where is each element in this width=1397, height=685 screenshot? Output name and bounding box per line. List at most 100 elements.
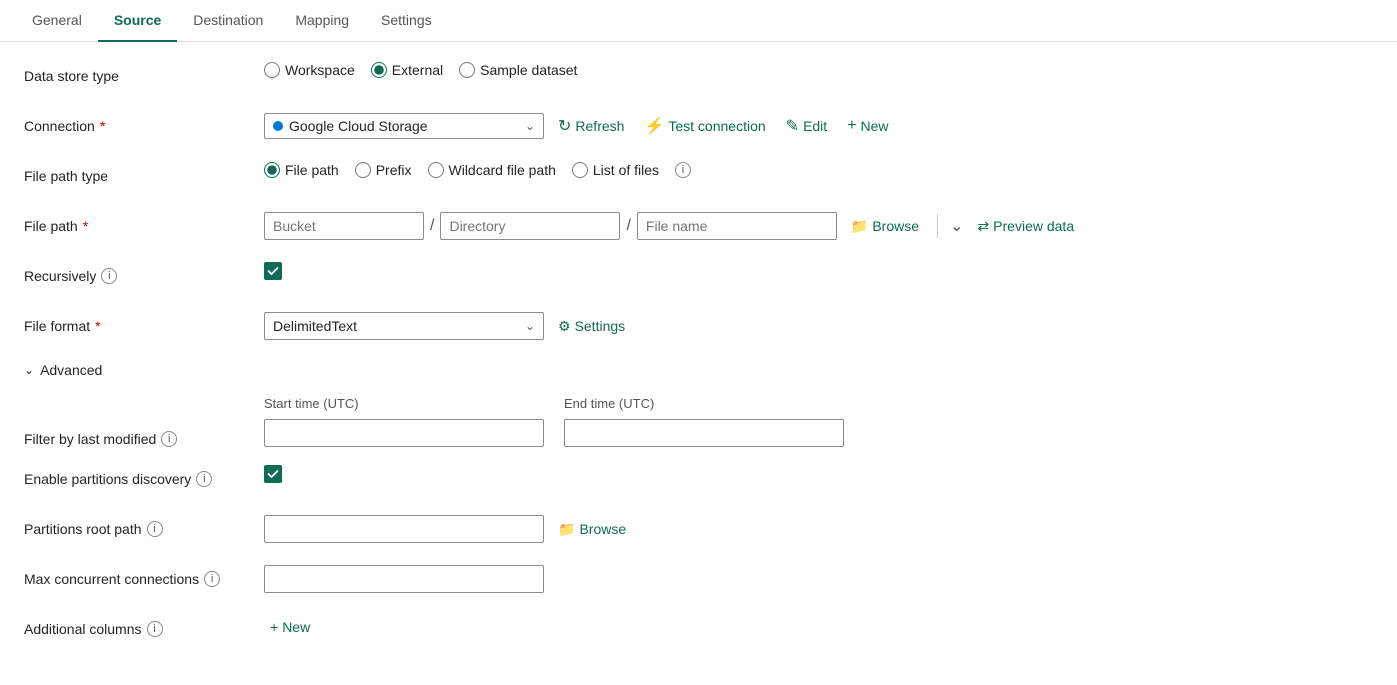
tab-bar: General Source Destination Mapping Setti… [0, 0, 1397, 42]
browse-button[interactable]: 📁 Browse [845, 214, 925, 239]
recursively-label: Recursively i [24, 262, 264, 284]
radio-wildcard[interactable]: Wildcard file path [428, 162, 556, 178]
radio-list-input[interactable] [572, 162, 588, 178]
radio-sample-label: Sample dataset [480, 62, 577, 78]
connection-status-dot [273, 121, 283, 131]
start-time-input[interactable] [264, 419, 544, 447]
file-path-type-label: File path type [24, 162, 264, 184]
max-concurrent-input[interactable] [264, 565, 544, 593]
radio-workspace-input[interactable] [264, 62, 280, 78]
max-concurrent-info-icon: i [204, 571, 220, 587]
data-store-type-label: Data store type [24, 62, 264, 84]
refresh-button[interactable]: ↻ Refresh [552, 112, 630, 140]
data-store-type-radio-group: Workspace External Sample dataset [264, 62, 577, 78]
additional-columns-label: Additional columns i [24, 615, 264, 637]
file-format-control: DelimitedText ⌄ ⚙ Settings [264, 312, 631, 340]
enable-partitions-row: Enable partitions discovery i [24, 465, 1176, 497]
file-path-type-radio-group: File path Prefix Wildcard file path List… [264, 162, 691, 178]
end-time-col: End time (UTC) [564, 396, 844, 447]
chevron-down-icon[interactable]: ⌄ [950, 216, 963, 236]
bucket-input[interactable] [264, 212, 424, 240]
preview-data-button[interactable]: ⇄ Preview data [971, 214, 1080, 239]
partitions-root-path-info-icon: i [147, 521, 163, 537]
file-path-type-row: File path type File path Prefix Wildcard… [24, 162, 1176, 194]
connection-dropdown[interactable]: Google Cloud Storage ⌄ [264, 113, 544, 139]
connection-chevron-icon: ⌄ [525, 119, 535, 133]
end-time-input[interactable] [564, 419, 844, 447]
additional-columns-new-button[interactable]: + New [264, 615, 316, 639]
filter-by-modified-control: Start time (UTC) End time (UTC) [264, 396, 844, 447]
file-path-type-info-icon: i [675, 162, 691, 178]
radio-wildcard-label: Wildcard file path [449, 162, 556, 178]
additional-columns-control: + New [264, 615, 316, 639]
recursively-control [264, 262, 282, 280]
advanced-row[interactable]: ⌄ Advanced [24, 362, 1176, 378]
connection-control: Google Cloud Storage ⌄ ↻ Refresh ⚡ Test … [264, 112, 895, 140]
divider [937, 214, 938, 238]
refresh-icon: ↻ [558, 116, 571, 136]
filter-by-modified-row: Filter by last modified i Start time (UT… [24, 396, 1176, 447]
radio-file-path-input[interactable] [264, 162, 280, 178]
partitions-browse-button[interactable]: 📁 Browse [552, 517, 632, 542]
radio-file-path-label: File path [285, 162, 339, 178]
settings-button[interactable]: ⚙ Settings [552, 314, 631, 339]
max-concurrent-row: Max concurrent connections i [24, 565, 1176, 597]
radio-prefix-input[interactable] [355, 162, 371, 178]
filter-by-modified-info-icon: i [161, 431, 177, 447]
start-time-label: Start time (UTC) [264, 396, 544, 411]
radio-sample-input[interactable] [459, 62, 475, 78]
enable-partitions-info-icon: i [196, 471, 212, 487]
file-format-label: File format * [24, 312, 264, 334]
radio-external[interactable]: External [371, 62, 443, 78]
file-format-value: DelimitedText [273, 318, 357, 334]
file-path-control: / / 📁 Browse ⌄ ⇄ Preview data [264, 212, 1080, 240]
partitions-root-path-input[interactable] [264, 515, 544, 543]
recursively-info-icon: i [101, 268, 117, 284]
new-connection-button[interactable]: + New [841, 113, 894, 139]
path-separator-2: / [624, 217, 632, 235]
tab-settings[interactable]: Settings [365, 0, 448, 42]
partitions-root-path-control: 📁 Browse [264, 515, 632, 543]
advanced-label: Advanced [40, 362, 102, 378]
recursively-checkbox[interactable] [264, 262, 282, 280]
radio-list-label: List of files [593, 162, 659, 178]
tab-general[interactable]: General [16, 0, 98, 42]
tab-mapping[interactable]: Mapping [279, 0, 365, 42]
connection-value: Google Cloud Storage [289, 118, 428, 134]
data-store-type-control: Workspace External Sample dataset [264, 62, 577, 78]
tab-destination[interactable]: Destination [177, 0, 279, 42]
partitions-root-path-label: Partitions root path i [24, 515, 264, 537]
radio-external-label: External [392, 62, 443, 78]
filter-by-modified-label: Filter by last modified i [24, 405, 264, 447]
browse-folder-icon: 📁 [851, 218, 868, 235]
radio-external-input[interactable] [371, 62, 387, 78]
file-format-row: File format * DelimitedText ⌄ ⚙ Settings [24, 312, 1176, 344]
radio-list-of-files[interactable]: List of files [572, 162, 659, 178]
radio-prefix[interactable]: Prefix [355, 162, 412, 178]
file-path-row: File path * / / 📁 Browse ⌄ ⇄ Preview dat… [24, 212, 1176, 244]
test-connection-button[interactable]: ⚡ Test connection [638, 112, 771, 140]
radio-wildcard-input[interactable] [428, 162, 444, 178]
enable-partitions-checkbox[interactable] [264, 465, 282, 483]
edit-button[interactable]: ✎ Edit [780, 112, 834, 140]
tab-source[interactable]: Source [98, 0, 177, 42]
file-path-label: File path * [24, 212, 264, 234]
radio-file-path[interactable]: File path [264, 162, 339, 178]
radio-workspace[interactable]: Workspace [264, 62, 355, 78]
partitions-browse-icon: 📁 [558, 521, 575, 538]
directory-input[interactable] [440, 212, 620, 240]
max-concurrent-label: Max concurrent connections i [24, 565, 264, 587]
path-separator-1: / [428, 217, 436, 235]
additional-columns-row: Additional columns i + New [24, 615, 1176, 647]
connection-row: Connection * Google Cloud Storage ⌄ ↻ Re… [24, 112, 1176, 144]
filename-input[interactable] [637, 212, 837, 240]
file-path-group: / / [264, 212, 837, 240]
additional-columns-info-icon: i [147, 621, 163, 637]
radio-prefix-label: Prefix [376, 162, 412, 178]
connection-required: * [100, 118, 105, 134]
enable-partitions-control [264, 465, 282, 483]
file-format-dropdown[interactable]: DelimitedText ⌄ [264, 312, 544, 340]
form-body: Data store type Workspace External Sampl… [0, 42, 1200, 685]
radio-sample[interactable]: Sample dataset [459, 62, 577, 78]
edit-icon: ✎ [786, 116, 799, 136]
